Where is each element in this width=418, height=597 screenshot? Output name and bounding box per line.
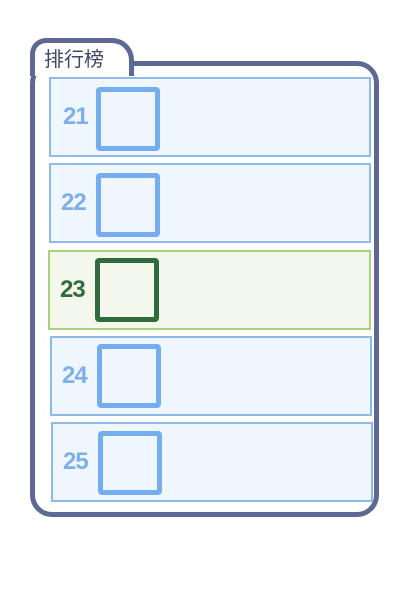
player-avatar xyxy=(96,87,160,151)
player-avatar xyxy=(96,173,160,237)
player-avatar xyxy=(97,344,161,408)
leaderboard-title: 排行榜 xyxy=(44,47,104,71)
player-avatar xyxy=(95,258,159,322)
rank-number: 22 xyxy=(61,189,87,216)
leaderboard-row[interactable]: 21 xyxy=(49,77,371,157)
rank-number: 21 xyxy=(63,103,89,130)
leaderboard-row[interactable]: 24 xyxy=(50,336,372,416)
rank-number: 24 xyxy=(62,362,88,389)
rank-number: 25 xyxy=(63,448,89,475)
leaderboard-row[interactable]: 25 xyxy=(51,422,373,502)
player-avatar xyxy=(98,431,162,495)
leaderboard-row-current[interactable]: 23 xyxy=(48,250,371,330)
rank-number: 23 xyxy=(60,276,86,303)
leaderboard-row[interactable]: 22 xyxy=(49,163,371,243)
